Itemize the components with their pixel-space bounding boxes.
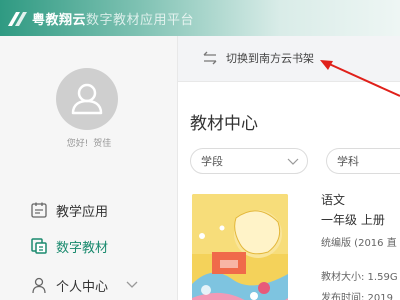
switch-bookshelf-label: 切换到南方云书架 [226,52,314,65]
stage-select[interactable]: 学段 [190,148,308,174]
textbook-cover[interactable] [192,194,288,300]
swap-icon [203,51,217,65]
textbook-publish-date: 发布时间: 2019 [321,293,393,300]
chevron-down-icon[interactable] [126,281,138,289]
stage-select-label: 学段 [201,155,223,168]
app-logo-icon [8,12,27,26]
textbook-grade: 一年级 上册 [321,213,385,227]
title-bar: 粤教翔云数字教材应用平台 [0,0,400,36]
subject-select[interactable]: 学科 [326,148,400,174]
main-content: 切换到南方云书架 教材中心 学段 学科 语文 一年级 上册 统编版 (2016 … [178,36,400,300]
sidebar-item-label: 数字教材 [56,240,109,256]
switch-bookshelf-button[interactable]: 切换到南方云书架 [202,50,314,66]
user-icon [71,83,103,115]
textbook-title: 语文 [321,193,346,207]
textbook-cover-image [192,194,288,300]
person-icon [32,277,46,294]
sidebar-item-label: 教学应用 [56,204,109,220]
greeting-hello: 您好! [66,139,89,149]
app-title-sub: 数字教材应用平台 [86,13,195,28]
sidebar-item-digital-textbooks[interactable]: 数字教材 [30,235,108,257]
page-title: 教材中心 [190,114,258,134]
calendar-icon [31,202,47,218]
app-title: 粤教翔云数字教材应用平台 [32,9,194,28]
avatar[interactable] [56,68,118,130]
app-title-main: 粤教翔云 [32,13,87,28]
sidebar: 您好! 贺佳 教学应用 数字教材 个人中心 [0,36,178,300]
sidebar-item-label: 个人中心 [56,279,109,295]
sidebar-item-teaching-apps[interactable]: 教学应用 [30,199,108,221]
greeting-username: 贺佳 [93,139,112,149]
textbook-edition: 统编版 (2016 直 [321,238,397,249]
textbook-size: 教材大小: 1.59G [321,272,398,283]
sidebar-item-personal-center[interactable]: 个人中心 [30,274,138,296]
switch-bar: 切换到南方云书架 [178,36,400,82]
subject-select-label: 学科 [337,155,359,168]
greeting: 您好! 贺佳 [0,136,178,149]
chevron-down-icon [287,158,299,165]
book-icon [31,238,47,254]
